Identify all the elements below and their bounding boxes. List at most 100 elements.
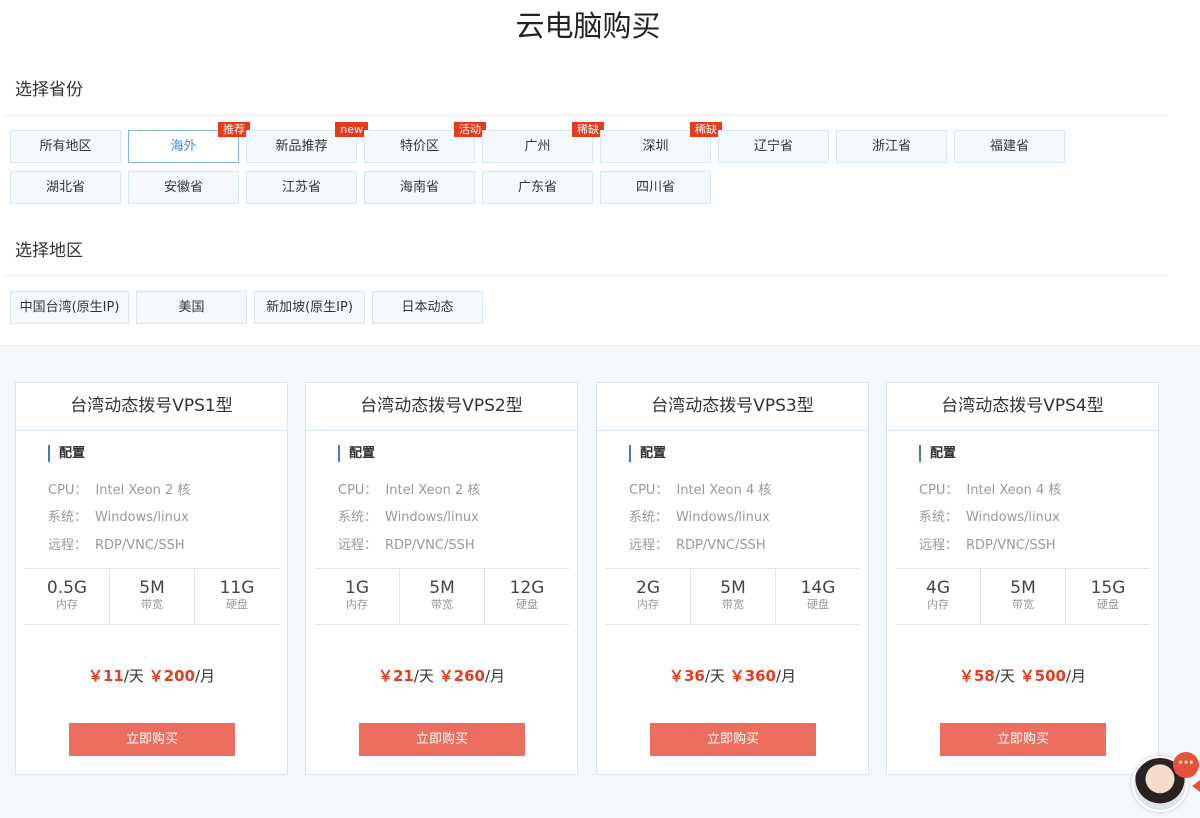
spec-key: 远程： xyxy=(48,538,88,553)
spec-value: Windows/linux xyxy=(676,510,770,525)
remote-spec: 远程： RDP/VNC/SSH xyxy=(48,538,185,554)
province-chip-special[interactable]: 特价区 活动 xyxy=(364,122,486,163)
buy-now-button[interactable]: 立即购买 xyxy=(359,723,525,756)
monthly-price: ￥360 xyxy=(729,667,776,685)
spec-key: CPU： xyxy=(48,483,88,498)
product-title: 台湾动态拨号VPS3型 xyxy=(597,383,868,431)
per-day-unit: /天 xyxy=(123,667,144,685)
bandwidth-stat: 5M 带宽 xyxy=(981,569,1066,624)
config-heading: 配置 xyxy=(48,445,85,462)
spec-value: Windows/linux xyxy=(385,510,479,525)
per-month-unit: /月 xyxy=(775,667,797,685)
stat-value: 12G xyxy=(509,578,545,598)
cpu-spec: CPU： Intel Xeon 2 核 xyxy=(48,483,190,499)
chip-label: 湖北省 xyxy=(45,180,85,195)
province-chip-zhejiang[interactable]: 浙江省 xyxy=(836,130,947,163)
province-chip-all[interactable]: 所有地区 xyxy=(10,130,121,163)
section-divider xyxy=(5,115,1168,116)
province-chip-hubei[interactable]: 湖北省 xyxy=(10,171,121,204)
resource-stats: 4G 内存 5M 带宽 15G 硬盘 xyxy=(896,568,1150,625)
price: ￥58/天 ￥500/月 xyxy=(887,666,1158,686)
os-spec: 系统： Windows/linux xyxy=(48,510,189,526)
resource-stats: 1G 内存 5M 带宽 12G 硬盘 xyxy=(315,568,569,625)
buy-now-button[interactable]: 立即购买 xyxy=(940,723,1106,756)
bandwidth-stat: 5M 带宽 xyxy=(110,569,195,624)
config-heading: 配置 xyxy=(919,445,956,462)
region-chip-singapore[interactable]: 新加坡(原生IP) xyxy=(254,291,365,324)
cpu-spec: CPU： Intel Xeon 4 核 xyxy=(919,483,1061,499)
price: ￥21/天 ￥260/月 xyxy=(306,666,577,686)
chip-label: 深圳 xyxy=(642,139,669,154)
chip-label: 广东省 xyxy=(517,180,557,195)
stat-label: 带宽 xyxy=(722,598,744,611)
spec-key: 系统： xyxy=(919,510,959,525)
buy-now-button[interactable]: 立即购买 xyxy=(69,723,235,756)
per-month-unit: /月 xyxy=(194,667,216,685)
province-chip-sichuan[interactable]: 四川省 xyxy=(600,171,711,204)
config-heading: 配置 xyxy=(629,445,666,462)
province-chip-jiangsu[interactable]: 江苏省 xyxy=(246,171,357,204)
province-chip-guangdong[interactable]: 广东省 xyxy=(482,171,593,204)
per-day-unit: /天 xyxy=(704,667,725,685)
spec-value: Intel Xeon 4 核 xyxy=(676,483,772,498)
stat-label: 内存 xyxy=(637,598,659,611)
chip-label: 海南省 xyxy=(399,180,439,195)
cpu-spec: CPU： Intel Xeon 4 核 xyxy=(629,483,771,499)
product-card: 台湾动态拨号VPS4型 配置 CPU： Intel Xeon 4 核 系统： Win… xyxy=(886,382,1159,775)
remote-spec: 远程： RDP/VNC/SSH xyxy=(338,538,475,554)
product-card: 台湾动态拨号VPS1型 配置 CPU： Intel Xeon 2 核 系统： Win… xyxy=(15,382,288,775)
product-card: 台湾动态拨号VPS2型 配置 CPU： Intel Xeon 2 核 系统： Win… xyxy=(305,382,578,775)
chip-label: 辽宁省 xyxy=(753,139,793,154)
chip-label: 福建省 xyxy=(989,139,1029,154)
province-chip-fujian[interactable]: 福建省 xyxy=(954,130,1065,163)
os-spec: 系统： Windows/linux xyxy=(919,510,1060,526)
chat-arrow-icon xyxy=(1192,780,1200,792)
region-chip-taiwan[interactable]: 中国台湾(原生IP) xyxy=(10,291,129,324)
daily-price: ￥36 xyxy=(668,667,705,685)
spec-value: Intel Xeon 2 核 xyxy=(95,483,191,498)
province-chip-shenzhen[interactable]: 深圳 稀缺 xyxy=(600,122,722,163)
province-chip-guangzhou[interactable]: 广州 稀缺 xyxy=(482,122,604,163)
price: ￥11/天 ￥200/月 xyxy=(16,666,287,686)
price: ￥36/天 ￥360/月 xyxy=(597,666,868,686)
spec-key: CPU： xyxy=(919,483,959,498)
os-spec: 系统： Windows/linux xyxy=(338,510,479,526)
region-chip-japan[interactable]: 日本动态 xyxy=(372,291,483,324)
stat-value: 15G xyxy=(1090,578,1126,598)
province-chip-overseas[interactable]: 海外 推荐 xyxy=(128,122,250,163)
stat-value: 4G xyxy=(926,578,950,598)
bandwidth-stat: 5M 带宽 xyxy=(400,569,485,624)
stat-label: 硬盘 xyxy=(807,598,829,611)
stat-value: 2G xyxy=(636,578,660,598)
spec-value: Windows/linux xyxy=(966,510,1060,525)
page-title: 云电脑购买 xyxy=(515,9,661,43)
stat-value: 11G xyxy=(219,578,255,598)
resource-stats: 2G 内存 5M 带宽 14G 硬盘 xyxy=(606,568,860,625)
chat-dots-icon[interactable]: ··· xyxy=(1173,752,1199,778)
stat-label: 内存 xyxy=(346,598,368,611)
stat-label: 带宽 xyxy=(431,598,453,611)
product-card: 台湾动态拨号VPS3型 配置 CPU： Intel Xeon 4 核 系统： Win… xyxy=(596,382,869,775)
disk-stat: 12G 硬盘 xyxy=(485,569,569,624)
stat-value: 5M xyxy=(429,578,455,598)
province-chip-liaoning[interactable]: 辽宁省 xyxy=(718,130,829,163)
stat-label: 硬盘 xyxy=(516,598,538,611)
province-chip-new[interactable]: 新品推荐 new xyxy=(246,122,368,163)
province-chip-anhui[interactable]: 安徽省 xyxy=(128,171,239,204)
product-title: 台湾动态拨号VPS1型 xyxy=(16,383,287,431)
buy-now-button[interactable]: 立即购买 xyxy=(650,723,816,756)
chip-label: 特价区 xyxy=(399,139,439,154)
province-section-title: 选择省份 xyxy=(15,80,83,100)
daily-price: ￥11 xyxy=(87,667,124,685)
stat-label: 内存 xyxy=(56,598,78,611)
disk-stat: 14G 硬盘 xyxy=(776,569,860,624)
province-chip-hainan[interactable]: 海南省 xyxy=(364,171,475,204)
chip-label: 新品推荐 xyxy=(275,139,328,154)
stat-label: 带宽 xyxy=(141,598,163,611)
spec-key: 系统： xyxy=(48,510,88,525)
product-title: 台湾动态拨号VPS2型 xyxy=(306,383,577,431)
stat-label: 带宽 xyxy=(1012,598,1034,611)
spec-value: Intel Xeon 2 核 xyxy=(385,483,481,498)
memory-stat: 0.5G 内存 xyxy=(25,569,110,624)
region-chip-usa[interactable]: 美国 xyxy=(136,291,247,324)
